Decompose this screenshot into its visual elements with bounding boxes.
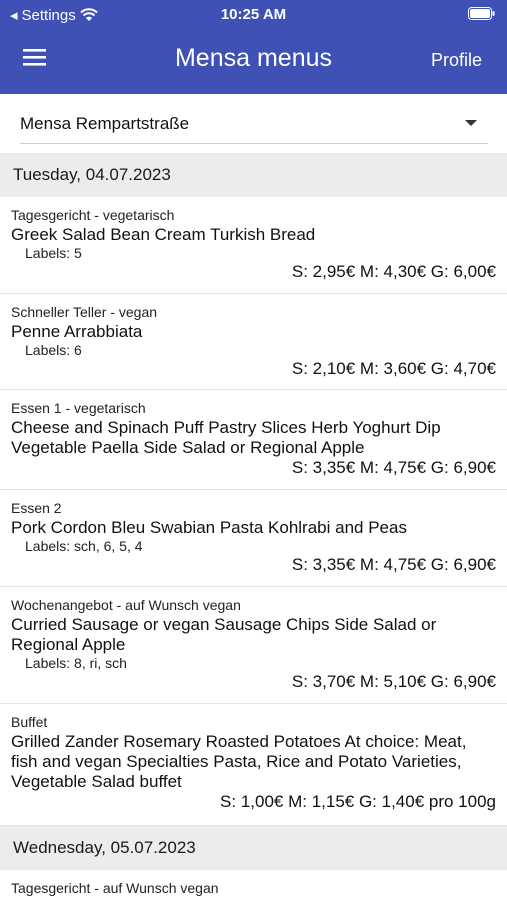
menu-item-price: S: 2,95€ M: 4,30€ G: 6,00€ [291, 262, 496, 281]
mensa-select-value: Mensa Rempartstraße [20, 113, 190, 133]
menu-item-category: Essen 1 - vegetarisch [11, 400, 146, 416]
menu-item-category: Wochenangebot - auf Wunsch vegan [11, 597, 241, 613]
menu-item-meal: Curried Sausage or vegan Sausage Chips S… [11, 615, 437, 654]
menu-item-category: Schneller Teller - vegan [11, 304, 158, 320]
menu-item-meal: Penne Arrabbiata [11, 322, 143, 341]
menu-item-category: Essen 2 [11, 500, 62, 516]
battery-icon [468, 7, 495, 24]
menu-item-category: Tagesgericht - vegetarisch [11, 207, 175, 223]
menu-item-labels: Labels: 5 [25, 245, 82, 261]
menu-item-price: S: 2,10€ M: 3,60€ G: 4,70€ [291, 359, 496, 378]
profile-button[interactable]: Profile [431, 50, 482, 71]
menu-item-price: S: 3,35€ M: 4,75€ G: 6,90€ [291, 458, 496, 477]
status-bar: ◂ Settings 10:25 AM [0, 0, 507, 30]
day-header: Tuesday, 04.07.2023 [0, 153, 507, 197]
menu-item-labels: Labels: 8, ri, sch [25, 655, 127, 671]
top-bar: ◂ Settings 10:25 AM Mensa menus Profile [0, 0, 507, 94]
day-header: Wednesday, 05.07.2023 [0, 826, 507, 870]
menu-item-meal: Greek Salad Bean Cream Turkish Bread [11, 225, 316, 244]
menu-item-category: Buffet [11, 714, 48, 730]
app-bar: Mensa menus Profile [0, 30, 507, 94]
menu-item-labels: Labels: sch, 6, 5, 4 [25, 538, 143, 554]
menu-item[interactable]: Wochenangebot - auf Wunsch vegan Curried… [0, 587, 507, 704]
menu-item-meal: Cheese and Spinach Puff Pastry Slices He… [11, 418, 441, 457]
menu-item-price: S: 3,35€ M: 4,75€ G: 6,90€ [291, 555, 496, 574]
menu-item-category: Tagesgericht - auf Wunsch vegan [11, 880, 219, 896]
menu-item-meal: Grilled Zander Rosemary Roasted Potatoes… [11, 732, 467, 791]
menu-item[interactable]: Buffet Grilled Zander Rosemary Roasted P… [0, 704, 507, 826]
menu-item[interactable]: Essen 2 Pork Cordon Bleu Swabian Pasta K… [0, 490, 507, 587]
menu-item[interactable]: Tagesgericht - auf Wunsch vegan [0, 870, 507, 900]
menu-item-price: S: 3,70€ M: 5,10€ G: 6,90€ [291, 672, 496, 691]
status-time: 10:25 AM [220, 6, 287, 23]
menu-item-labels: Labels: 6 [25, 342, 82, 358]
menu-item[interactable]: Tagesgericht - vegetarisch Greek Salad B… [0, 197, 507, 294]
menu-item-meal: Pork Cordon Bleu Swabian Pasta Kohlrabi … [11, 518, 407, 537]
menu-item-price: S: 1,00€ M: 1,15€ G: 1,40€ pro 100g [220, 792, 496, 811]
dropdown-arrow-icon [465, 120, 477, 126]
menu-item[interactable]: Schneller Teller - vegan Penne Arrabbiat… [0, 294, 507, 390]
menu-list[interactable]: Tuesday, 04.07.2023 Tagesgericht - veget… [0, 153, 507, 900]
menu-item[interactable]: Essen 1 - vegetarisch Cheese and Spinach… [0, 390, 507, 490]
mensa-select[interactable]: Mensa Rempartstraße [20, 104, 488, 144]
